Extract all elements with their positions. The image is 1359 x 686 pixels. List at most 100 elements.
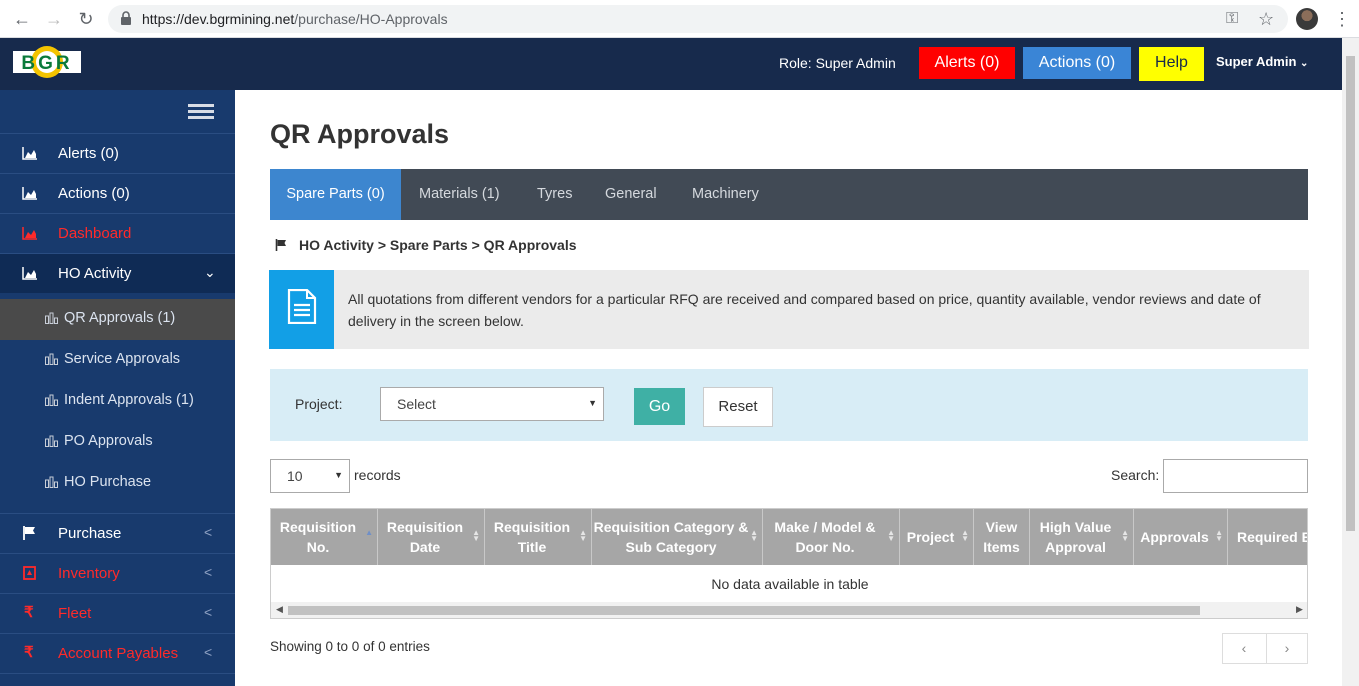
next-page-icon[interactable]: ›	[1266, 640, 1308, 656]
hamburger-icon[interactable]	[188, 104, 214, 122]
sort-icon: ▲ ▼	[750, 528, 758, 543]
data-table: Requisition No. ▲ Requisition Date ▲ ▼ Requ…	[270, 508, 1308, 619]
chevron-down-icon: ⌄	[204, 264, 216, 280]
chevron-left-icon: <	[204, 564, 213, 580]
sidebar-subitem-label: QR Approvals (1)	[64, 310, 176, 326]
column-header-label: Required B	[1237, 529, 1308, 545]
tab-tyres[interactable]: Tyres	[537, 169, 572, 220]
prev-page-icon[interactable]: ‹	[1223, 640, 1265, 656]
go-button[interactable]: Go	[634, 388, 685, 425]
empty-table-message: No data available in table	[271, 566, 1307, 602]
user-menu[interactable]: Super Admin ⌄	[1216, 54, 1308, 69]
horizontal-scrollbar[interactable]: ◀ ▶	[271, 602, 1307, 618]
back-icon[interactable]: ←	[12, 9, 32, 29]
menu-dots-icon[interactable]: ⋮	[1333, 9, 1351, 29]
sidebar-item-label: Actions (0)	[58, 185, 130, 202]
tab-materials[interactable]: Materials (1)	[419, 169, 500, 220]
sort-icon: ▲ ▼	[472, 528, 480, 543]
tab-general[interactable]: General	[605, 169, 657, 220]
tab-machinery[interactable]: Machinery	[692, 169, 759, 220]
sidebar-subitem-qr-approvals[interactable]: QR Approvals (1)	[0, 299, 235, 340]
column-header-label: Project	[906, 529, 955, 545]
area-chart-icon	[22, 227, 37, 240]
sort-icon: ▲ ▼	[887, 528, 895, 543]
scroll-thumb[interactable]	[288, 606, 1200, 615]
reload-icon[interactable]: ↻	[76, 9, 96, 29]
sidebar-item-label: Inventory	[58, 565, 120, 582]
flag-icon	[275, 239, 286, 251]
alerts-button[interactable]: Alerts (0)	[919, 47, 1015, 79]
sidebar-subitem-service-approvals[interactable]: Service Approvals	[0, 340, 235, 381]
project-select-value: Select	[397, 396, 436, 412]
sidebar-item-actions[interactable]: Actions (0)	[0, 173, 235, 213]
column-header-label: Requisition No.	[279, 519, 357, 555]
pagination: ‹ ›	[1222, 633, 1308, 664]
sidebar-item-account-payables[interactable]: ₹ Account Payables <	[0, 633, 235, 673]
column-header[interactable]: Requisition Date ▲ ▼	[378, 509, 485, 565]
bar-chart-icon	[45, 394, 58, 406]
key-icon[interactable]: ⚿	[1226, 9, 1238, 29]
sidebar-item-alerts[interactable]: Alerts (0)	[0, 133, 235, 173]
sidebar-item-fleet[interactable]: ₹ Fleet <	[0, 593, 235, 633]
project-select[interactable]: Select ▼	[380, 387, 604, 421]
sidebar-item-dashboard[interactable]: Dashboard	[0, 213, 235, 253]
bgr-logo[interactable]: BGR	[11, 44, 83, 80]
table-header: Requisition No. ▲ Requisition Date ▲ ▼ Requ…	[271, 509, 1308, 565]
column-header[interactable]: Required B	[1228, 509, 1308, 565]
sidebar-item-inventory[interactable]: Inventory <	[0, 553, 235, 593]
lock-icon	[121, 11, 131, 25]
area-chart-icon	[22, 187, 37, 200]
bar-chart-icon	[45, 435, 58, 447]
column-header[interactable]: Make / Model & Door No. ▲ ▼	[763, 509, 900, 565]
scroll-left-icon[interactable]: ◀	[276, 604, 283, 615]
sidebar-subitem-ho-purchase[interactable]: HO Purchase	[0, 463, 235, 504]
svg-text:BGR: BGR	[21, 53, 72, 74]
breadcrumb: HO Activity > Spare Parts > QR Approvals	[275, 237, 577, 253]
column-header[interactable]: Project ▲ ▼	[900, 509, 974, 565]
help-button[interactable]: Help	[1139, 47, 1204, 81]
column-header[interactable]: Approvals ▲ ▼	[1134, 509, 1228, 565]
column-header[interactable]: View Items	[974, 509, 1030, 565]
actions-button[interactable]: Actions (0)	[1023, 47, 1131, 79]
sidebar-item-purchase[interactable]: Purchase <	[0, 513, 235, 553]
sort-icon: ▲ ▼	[1121, 528, 1129, 543]
records-length-select[interactable]: 10 ▼	[270, 459, 350, 493]
star-icon[interactable]: ☆	[1258, 9, 1274, 29]
user-name: Super Admin	[1216, 54, 1297, 69]
forward-icon[interactable]: →	[44, 9, 64, 29]
column-header[interactable]: Requisition Category & Sub Category ▲ ▼	[592, 509, 763, 565]
scroll-right-icon[interactable]: ▶	[1296, 604, 1303, 615]
page-title: QR Approvals	[270, 119, 450, 149]
search-label: Search:	[1111, 467, 1160, 483]
address-bar[interactable]: https://dev.bgrmining.net/purchase/HO-Ap…	[108, 5, 1288, 33]
column-header[interactable]: High Value Approval ▲ ▼	[1030, 509, 1134, 565]
reset-button[interactable]: Reset	[703, 387, 773, 427]
sidebar-item-label: Fleet	[58, 605, 92, 622]
column-header-label: View Items	[983, 519, 1020, 555]
sidebar-item-ho-activity[interactable]: HO Activity ⌄	[0, 253, 235, 293]
sort-icon: ▲ ▼	[1215, 528, 1223, 543]
sidebar-subitem-indent-approvals[interactable]: Indent Approvals (1)	[0, 381, 235, 422]
column-header[interactable]: Requisition Title ▲ ▼	[485, 509, 592, 565]
records-label: records	[354, 467, 401, 483]
chevron-left-icon: <	[204, 524, 213, 540]
breadcrumb-text: HO Activity > Spare Parts > QR Approvals	[299, 237, 577, 253]
bar-chart-icon	[45, 476, 58, 488]
info-icon-box	[269, 270, 334, 349]
sidebar-subitem-label: Indent Approvals (1)	[64, 392, 194, 408]
search-input[interactable]	[1163, 459, 1308, 493]
profile-avatar[interactable]	[1296, 8, 1318, 30]
page-scrollbar[interactable]	[1342, 38, 1359, 686]
rupee-icon: ₹	[24, 644, 34, 661]
sidebar-subitem-po-approvals[interactable]: PO Approvals	[0, 422, 235, 463]
table-info: Showing 0 to 0 of 0 entries	[270, 639, 430, 654]
sidebar-subitem-label: HO Purchase	[64, 474, 152, 490]
role-label: Role: Super Admin	[779, 55, 896, 71]
column-header-label: High Value Approval	[1039, 519, 1112, 555]
column-header[interactable]: Requisition No. ▲	[271, 509, 378, 565]
info-text: All quotations from different vendors fo…	[348, 291, 1261, 329]
tab-spare-parts[interactable]: Spare Parts (0)	[270, 169, 401, 220]
page-scroll-thumb[interactable]	[1346, 56, 1355, 531]
sidebar-item-label: Purchase	[58, 525, 122, 542]
sort-icon: ▲ ▼	[961, 528, 969, 543]
